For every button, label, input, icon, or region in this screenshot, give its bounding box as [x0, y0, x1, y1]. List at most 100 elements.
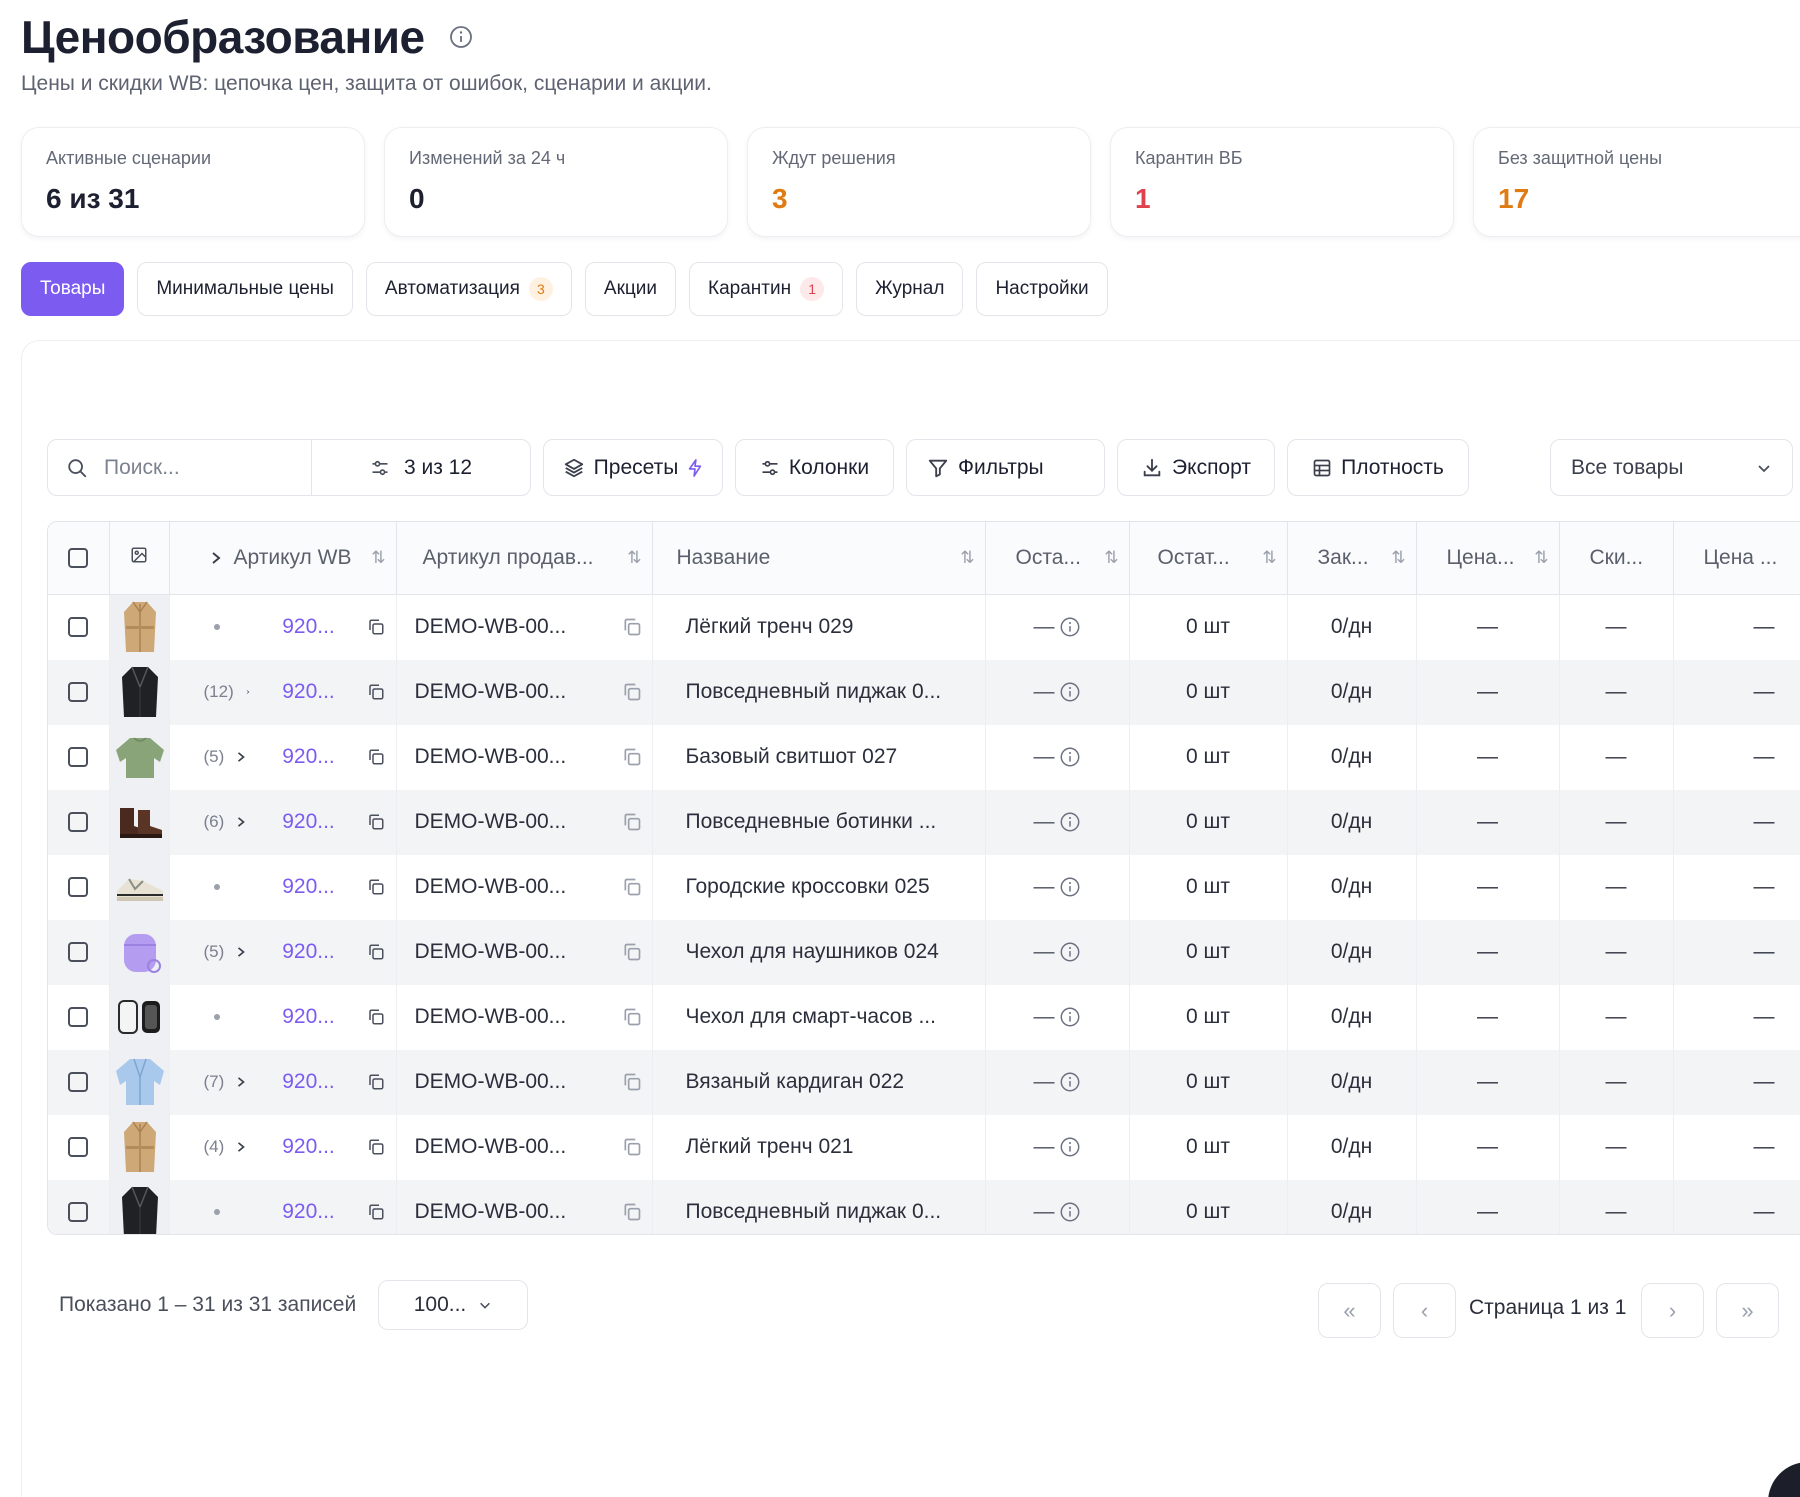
copy-icon[interactable]	[622, 1202, 642, 1222]
filters-button[interactable]: Фильтры	[906, 439, 1105, 496]
header-name[interactable]: Название ⇅	[652, 522, 986, 595]
sort-icon[interactable]: ⇅	[1391, 548, 1405, 568]
info-icon[interactable]	[1059, 1071, 1081, 1093]
copy-icon[interactable]	[367, 1203, 385, 1221]
expand-chevron-icon[interactable]	[236, 815, 246, 829]
sort-icon[interactable]: ⇅	[627, 548, 641, 568]
expand-chevron-icon[interactable]	[236, 1140, 246, 1154]
tab-min-prices[interactable]: Минимальные цены	[137, 262, 353, 316]
table-row[interactable]: 920... DEMO-WB-00... Повседневный пиджак 0…	[48, 1179, 1800, 1234]
expand-chevron-icon[interactable]	[236, 1075, 246, 1089]
tab-products[interactable]: Товары	[21, 262, 125, 316]
table-row[interactable]: (5) 920... DEMO-WB-00... Чехол для наушнико…	[48, 919, 1800, 985]
sort-icon[interactable]: ⇅	[1262, 548, 1276, 568]
article-wb-link[interactable]: 920...	[282, 1135, 335, 1159]
tab-automation[interactable]: Автоматизация 3	[365, 262, 572, 316]
row-select-cell[interactable]	[48, 984, 110, 1050]
copy-icon[interactable]	[622, 617, 642, 637]
info-icon[interactable]	[1059, 876, 1081, 898]
copy-icon[interactable]	[367, 1138, 385, 1156]
header-stock-2[interactable]: Остат... ⇅	[1129, 522, 1288, 595]
tab-log[interactable]: Журнал	[856, 262, 964, 316]
table-row[interactable]: 920... DEMO-WB-00... Чехол для смарт-часов…	[48, 984, 1800, 1050]
presets-button[interactable]: Пресеты	[543, 439, 723, 496]
copy-icon[interactable]	[367, 683, 385, 701]
row-select-cell[interactable]	[48, 854, 110, 920]
row-checkbox[interactable]	[68, 1137, 89, 1157]
copy-icon[interactable]	[367, 943, 385, 961]
header-article-wb[interactable]: Артикул WB ⇅	[169, 522, 397, 595]
table-row[interactable]: (7) 920... DEMO-WB-00... Вязаный кардиган 0…	[48, 1049, 1800, 1115]
row-checkbox[interactable]	[68, 747, 89, 767]
copy-icon[interactable]	[622, 682, 642, 702]
article-wb-link[interactable]: 920...	[282, 810, 335, 834]
header-price[interactable]: Цена... ⇅	[1416, 522, 1560, 595]
copy-icon[interactable]	[622, 877, 642, 897]
row-checkbox[interactable]	[68, 1202, 89, 1222]
info-icon[interactable]	[1059, 1201, 1081, 1223]
sort-icon[interactable]: ⇅	[960, 548, 974, 568]
row-checkbox[interactable]	[68, 1072, 89, 1092]
sort-icon[interactable]: ⇅	[1104, 548, 1118, 568]
header-article-seller[interactable]: Артикул продав... ⇅	[396, 522, 653, 595]
copy-icon[interactable]	[367, 1008, 385, 1026]
page-size-select[interactable]: 100...	[378, 1280, 528, 1330]
article-wb-link[interactable]: 920...	[282, 1005, 335, 1029]
row-select-cell[interactable]	[48, 724, 110, 790]
header-select-all[interactable]	[48, 522, 110, 595]
info-icon[interactable]	[1059, 811, 1081, 833]
search-columns-button[interactable]: 3 из 12	[312, 456, 530, 480]
info-icon[interactable]	[1059, 1006, 1081, 1028]
copy-icon[interactable]	[622, 1137, 642, 1157]
info-icon[interactable]	[1059, 616, 1081, 638]
article-wb-link[interactable]: 920...	[282, 615, 335, 639]
row-checkbox[interactable]	[68, 942, 89, 962]
row-select-cell[interactable]	[48, 1049, 110, 1115]
copy-icon[interactable]	[622, 1072, 642, 1092]
row-select-cell[interactable]	[48, 1179, 110, 1234]
row-select-cell[interactable]	[48, 594, 110, 660]
row-select-cell[interactable]	[48, 789, 110, 855]
header-orders[interactable]: Зак... ⇅	[1287, 522, 1417, 595]
table-row[interactable]: (5) 920... DEMO-WB-00... Базовый свитшот 02…	[48, 724, 1800, 790]
row-checkbox[interactable]	[68, 682, 89, 702]
tab-settings[interactable]: Настройки	[976, 262, 1108, 316]
row-checkbox[interactable]	[68, 812, 89, 832]
article-wb-link[interactable]: 920...	[282, 875, 335, 899]
row-checkbox[interactable]	[68, 1007, 89, 1027]
article-wb-link[interactable]: 920...	[282, 940, 335, 964]
expand-chevron-icon[interactable]	[236, 945, 246, 959]
info-icon[interactable]	[449, 25, 473, 49]
last-page-button[interactable]: »	[1716, 1283, 1779, 1338]
article-wb-link[interactable]: 920...	[282, 1200, 335, 1224]
copy-icon[interactable]	[622, 747, 642, 767]
scope-select[interactable]: Все товары	[1550, 439, 1793, 496]
table-row[interactable]: (4) 920... DEMO-WB-00... Лёгкий тренч 021—0…	[48, 1114, 1800, 1180]
first-page-button[interactable]: «	[1318, 1283, 1381, 1338]
table-row[interactable]: (6) 920... DEMO-WB-00... Повседневные ботин…	[48, 789, 1800, 855]
article-wb-link[interactable]: 920...	[282, 745, 335, 769]
article-wb-link[interactable]: 920...	[282, 1070, 335, 1094]
copy-icon[interactable]	[622, 812, 642, 832]
prev-page-button[interactable]: ‹	[1393, 1283, 1456, 1338]
copy-icon[interactable]	[367, 1073, 385, 1091]
table-row[interactable]: 920... DEMO-WB-00... Лёгкий тренч 029 — 0 шт…	[48, 594, 1800, 660]
export-button[interactable]: Экспорт	[1117, 439, 1275, 496]
header-discount[interactable]: Ски...	[1559, 522, 1674, 595]
row-checkbox[interactable]	[68, 617, 89, 637]
row-select-cell[interactable]	[48, 1114, 110, 1180]
row-select-cell[interactable]	[48, 659, 110, 725]
copy-icon[interactable]	[367, 618, 385, 636]
info-icon[interactable]	[1059, 746, 1081, 768]
info-icon[interactable]	[1059, 681, 1081, 703]
header-price-2[interactable]: Цена ...	[1673, 522, 1800, 595]
select-all-checkbox[interactable]	[68, 547, 89, 568]
copy-icon[interactable]	[622, 942, 642, 962]
row-checkbox[interactable]	[68, 877, 89, 897]
copy-icon[interactable]	[622, 1007, 642, 1027]
copy-icon[interactable]	[367, 813, 385, 831]
table-row[interactable]: (12) 920... DEMO-WB-00... Повседневный пидж…	[48, 659, 1800, 725]
chevron-right-icon[interactable]	[210, 551, 222, 565]
copy-icon[interactable]	[367, 878, 385, 896]
search-input[interactable]: Поиск...	[48, 440, 312, 495]
